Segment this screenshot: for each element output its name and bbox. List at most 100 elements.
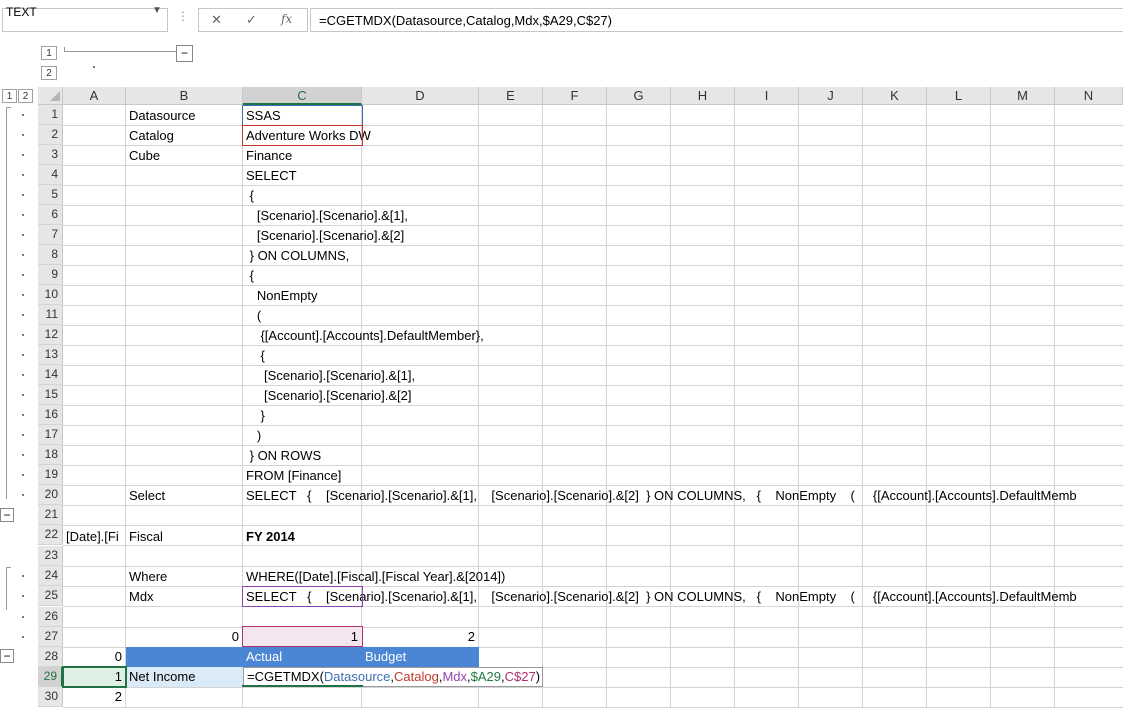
cell-c28[interactable]: Actual bbox=[243, 647, 282, 667]
ref-border-a29 bbox=[62, 666, 127, 688]
cell-c13[interactable]: { bbox=[243, 346, 264, 366]
row-header-6[interactable]: 6 bbox=[38, 205, 63, 225]
cell-c6[interactable]: [Scenario].[Scenario].&[1], bbox=[243, 206, 408, 226]
row-header-27[interactable]: 27 bbox=[38, 627, 63, 647]
cell-c11[interactable]: ( bbox=[243, 306, 261, 326]
cell-c10[interactable]: NonEmpty bbox=[243, 286, 318, 306]
row-collapse-button[interactable]: − bbox=[0, 508, 14, 522]
row-header-7[interactable]: 7 bbox=[38, 225, 63, 245]
row-header-20[interactable]: 20 bbox=[38, 485, 63, 505]
row-header-12[interactable]: 12 bbox=[38, 325, 63, 345]
cell-b2[interactable]: Catalog bbox=[126, 126, 174, 146]
row-header-23[interactable]: 23 bbox=[38, 546, 63, 566]
row-header-3[interactable]: 3 bbox=[38, 145, 63, 165]
row-header-21[interactable]: 21 bbox=[38, 505, 63, 525]
row-outline-dot bbox=[22, 234, 24, 236]
row-header-10[interactable]: 10 bbox=[38, 285, 63, 305]
cell-a28[interactable]: 0 bbox=[63, 647, 126, 667]
cancel-icon[interactable]: ✕ bbox=[211, 12, 222, 28]
cell-c22[interactable]: FY 2014 bbox=[243, 527, 295, 547]
cell-a22[interactable]: [Date].[Fi bbox=[63, 527, 125, 547]
row-header-29[interactable]: 29 bbox=[38, 667, 63, 687]
cell-d28[interactable]: Budget bbox=[362, 647, 406, 667]
name-box-dropdown-icon[interactable]: ▼ bbox=[152, 5, 162, 16]
row-outline-level-1-button[interactable]: 1 bbox=[2, 89, 17, 103]
column-header-l[interactable]: L bbox=[927, 87, 991, 105]
cell-c15[interactable]: [Scenario].[Scenario].&[2] bbox=[243, 386, 411, 406]
column-header-f[interactable]: F bbox=[543, 87, 607, 105]
row-outline-level-2-button[interactable]: 2 bbox=[18, 89, 33, 103]
cell-c17[interactable]: ) bbox=[243, 426, 261, 446]
row-header-16[interactable]: 16 bbox=[38, 405, 63, 425]
cell-b27[interactable]: 0 bbox=[126, 627, 243, 647]
cell-c5[interactable]: { bbox=[243, 186, 254, 206]
cell-c18[interactable]: } ON ROWS bbox=[243, 446, 322, 466]
cell-b25[interactable]: Mdx bbox=[126, 587, 154, 607]
cell-c24[interactable]: WHERE([Date].[Fiscal].[Fiscal Year].&[20… bbox=[243, 567, 505, 587]
column-header-j[interactable]: J bbox=[799, 87, 863, 105]
row-header-17[interactable]: 17 bbox=[38, 425, 63, 445]
row-header-13[interactable]: 13 bbox=[38, 345, 63, 365]
row-header-14[interactable]: 14 bbox=[38, 365, 63, 385]
column-header-e[interactable]: E bbox=[479, 87, 543, 105]
cell-c7[interactable]: [Scenario].[Scenario].&[2] bbox=[243, 226, 404, 246]
column-header-i[interactable]: I bbox=[735, 87, 799, 105]
formula-input[interactable]: =CGETMDX(Datasource,Catalog,Mdx,$A29,C$2… bbox=[310, 8, 1123, 32]
cell-c8[interactable]: } ON COLUMNS, bbox=[243, 246, 350, 266]
cell-c4[interactable]: SELECT bbox=[243, 166, 297, 186]
row-header-28[interactable]: 28 bbox=[38, 647, 63, 667]
column-header-a[interactable]: A bbox=[63, 87, 126, 105]
row-header-1[interactable]: 1 bbox=[38, 105, 63, 125]
column-header-m[interactable]: M bbox=[991, 87, 1055, 105]
cell-c25[interactable]: SELECT { [Scenario].[Scenario].&[1], [Sc… bbox=[243, 587, 1123, 607]
row-outline-dot bbox=[22, 434, 24, 436]
cell-b3[interactable]: Cube bbox=[126, 146, 160, 166]
cell-c16[interactable]: } bbox=[243, 406, 264, 426]
cell-b22[interactable]: Fiscal bbox=[126, 527, 163, 547]
row-header-4[interactable]: 4 bbox=[38, 165, 63, 185]
cell-b24[interactable]: Where bbox=[126, 567, 167, 587]
cell-d27[interactable]: 2 bbox=[362, 627, 479, 647]
cell-c9[interactable]: { bbox=[243, 266, 254, 286]
column-header-d[interactable]: D bbox=[362, 87, 479, 105]
row-header-5[interactable]: 5 bbox=[38, 185, 63, 205]
row-header-22[interactable]: 22 bbox=[38, 525, 63, 545]
cell-b1[interactable]: Datasource bbox=[126, 106, 195, 126]
row-header-2[interactable]: 2 bbox=[38, 125, 63, 145]
row-header-24[interactable]: 24 bbox=[38, 566, 63, 586]
cell-c3[interactable]: Finance bbox=[243, 146, 292, 166]
gridline bbox=[63, 345, 1123, 346]
row-header-15[interactable]: 15 bbox=[38, 385, 63, 405]
col-outline-level-1-button[interactable]: 1 bbox=[41, 46, 57, 60]
col-collapse-button[interactable]: − bbox=[176, 45, 193, 62]
cell-c29-editor[interactable]: =CGETMDX(Datasource,Catalog,Mdx,$A29,C$2… bbox=[243, 667, 544, 687]
cell-c19[interactable]: FROM [Finance] bbox=[243, 466, 341, 486]
column-header-k[interactable]: K bbox=[863, 87, 927, 105]
cell-c20[interactable]: SELECT { [Scenario].[Scenario].&[1], [Sc… bbox=[243, 486, 1123, 506]
row-header-19[interactable]: 19 bbox=[38, 465, 63, 485]
row-header-8[interactable]: 8 bbox=[38, 245, 63, 265]
formula-bar-grip-icon[interactable]: ⋮ bbox=[177, 9, 189, 23]
row-header-26[interactable]: 26 bbox=[38, 607, 63, 627]
row-header-25[interactable]: 25 bbox=[38, 586, 63, 606]
insert-function-icon[interactable]: fx bbox=[281, 12, 292, 26]
cell-a30[interactable]: 2 bbox=[63, 687, 126, 707]
column-header-n[interactable]: N bbox=[1055, 87, 1123, 105]
row-header-18[interactable]: 18 bbox=[38, 445, 63, 465]
column-header-g[interactable]: G bbox=[607, 87, 671, 105]
cell-c14[interactable]: [Scenario].[Scenario].&[1], bbox=[243, 366, 415, 386]
cell-c12[interactable]: {[Account].[Accounts].DefaultMember}, bbox=[243, 326, 483, 346]
col-outline-level-2-button[interactable]: 2 bbox=[41, 66, 57, 80]
ref-border-c27 bbox=[242, 626, 363, 647]
column-header-c[interactable]: C bbox=[243, 87, 362, 105]
row-collapse-button[interactable]: − bbox=[0, 649, 14, 663]
column-header-h[interactable]: H bbox=[671, 87, 735, 105]
row-header-11[interactable]: 11 bbox=[38, 305, 63, 325]
column-header-b[interactable]: B bbox=[126, 87, 243, 105]
cell-b29[interactable]: Net Income bbox=[126, 667, 195, 687]
cell-b20[interactable]: Select bbox=[126, 486, 165, 506]
row-header-9[interactable]: 9 bbox=[38, 265, 63, 285]
enter-icon[interactable]: ✓ bbox=[246, 12, 257, 28]
row-header-30[interactable]: 30 bbox=[38, 687, 63, 707]
row-outline-dot bbox=[22, 134, 24, 136]
